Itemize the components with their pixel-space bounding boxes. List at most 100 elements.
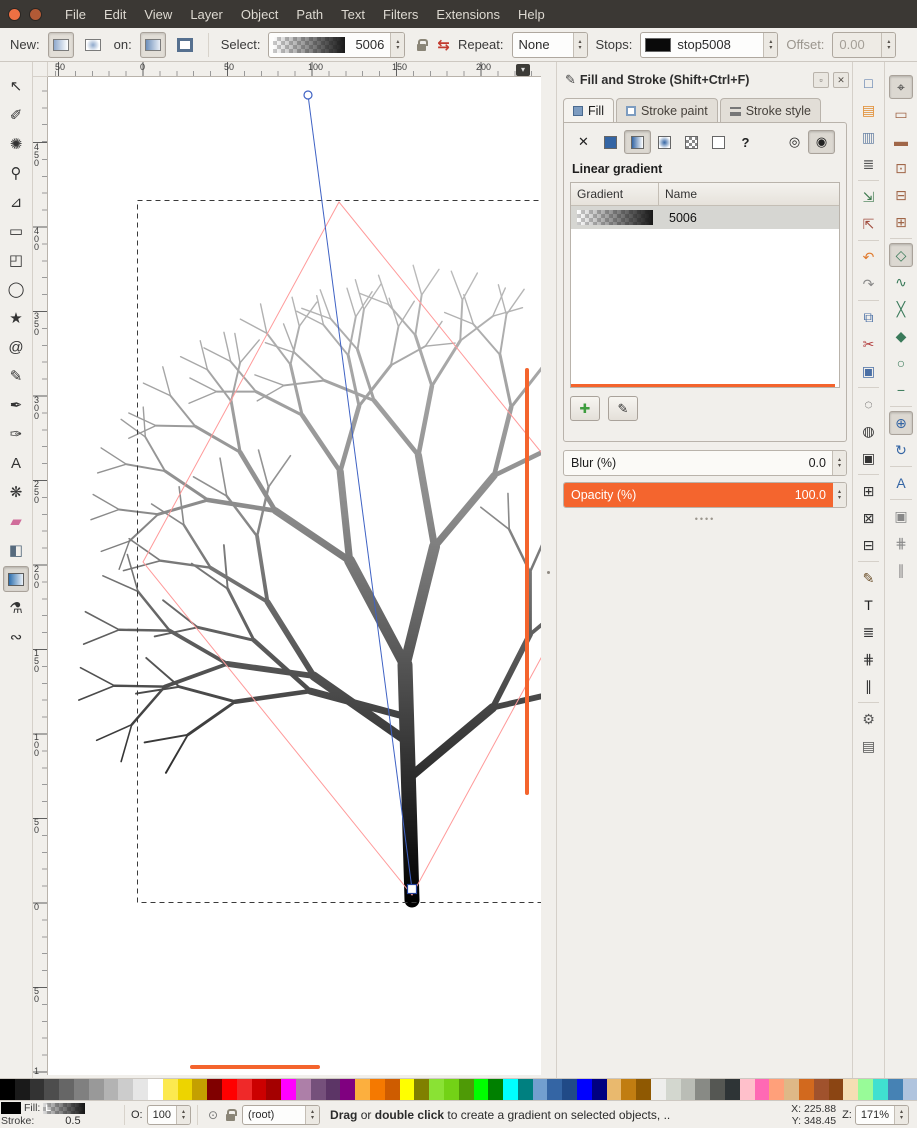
- palette-swatch[interactable]: [488, 1079, 503, 1100]
- cut-button[interactable]: ✂: [857, 332, 881, 356]
- panel-float-button[interactable]: ▫: [813, 72, 829, 88]
- blur-value[interactable]: 0.0: [809, 456, 832, 470]
- palette-swatch[interactable]: [858, 1079, 873, 1100]
- star-tool[interactable]: ★: [3, 305, 29, 331]
- stops-combo[interactable]: stop5008 ▴▾: [640, 32, 778, 58]
- snap-guides-button[interactable]: ∥: [889, 558, 913, 582]
- palette-swatch[interactable]: [192, 1079, 207, 1100]
- palette-swatch[interactable]: [547, 1079, 562, 1100]
- palette-swatch[interactable]: [888, 1079, 903, 1100]
- blur-control[interactable]: Blur (%) 0.0 ▴▾: [563, 450, 847, 476]
- palette-swatch[interactable]: [829, 1079, 844, 1100]
- snap-bbox-edges-button[interactable]: ▬: [889, 129, 913, 153]
- menu-item-object[interactable]: Object: [232, 2, 288, 27]
- snap-bbox-button[interactable]: ▭: [889, 102, 913, 126]
- menu-item-view[interactable]: View: [135, 2, 181, 27]
- gradient-on-stroke-button[interactable]: [172, 32, 198, 58]
- palette-swatch[interactable]: [710, 1079, 725, 1100]
- fill-stroke-dialog-button[interactable]: ✎: [857, 566, 881, 590]
- opacity-control[interactable]: Opacity (%) 100.0 ▴▾: [563, 482, 847, 508]
- palette-swatch[interactable]: [355, 1079, 370, 1100]
- palette-swatch[interactable]: [370, 1079, 385, 1100]
- menu-item-filters[interactable]: Filters: [374, 2, 427, 27]
- palette-swatch[interactable]: [148, 1079, 163, 1100]
- export-button[interactable]: ⇱: [857, 212, 881, 236]
- layer-lock-toggle[interactable]: [222, 1109, 238, 1121]
- palette-swatch[interactable]: [666, 1079, 681, 1100]
- panel-resize-grip[interactable]: ••••: [557, 514, 853, 524]
- palette-swatch[interactable]: [784, 1079, 799, 1100]
- zoom-drawing-button[interactable]: ◍: [857, 419, 881, 443]
- palette-swatch[interactable]: [340, 1079, 355, 1100]
- palette-swatch[interactable]: [400, 1079, 415, 1100]
- palette-swatch[interactable]: [459, 1079, 474, 1100]
- layer-combo[interactable]: (root) ▴▾: [242, 1105, 320, 1125]
- canvas[interactable]: [48, 77, 541, 1075]
- menu-item-help[interactable]: Help: [509, 2, 554, 27]
- palette-swatch[interactable]: [903, 1079, 917, 1100]
- vertical-ruler[interactable]: 45040035030025020015010050050100: [33, 77, 48, 1075]
- snap-intersections-button[interactable]: ╳: [889, 297, 913, 321]
- box3d-tool[interactable]: ◰: [3, 247, 29, 273]
- palette-swatch[interactable]: [326, 1079, 341, 1100]
- repeat-arrows[interactable]: ▴▾: [573, 33, 587, 57]
- palette-swatch[interactable]: [725, 1079, 740, 1100]
- palette-swatch[interactable]: [592, 1079, 607, 1100]
- palette-swatch[interactable]: [0, 1079, 15, 1100]
- horizontal-ruler[interactable]: 50050100150200: [48, 62, 541, 77]
- palette-swatch[interactable]: [755, 1079, 770, 1100]
- snap-page-border-button[interactable]: ▣: [889, 504, 913, 528]
- snap-enable-button[interactable]: ⌖: [889, 75, 913, 99]
- fill-stroke-indicator[interactable]: Fill: L Stroke: 0.5: [0, 1102, 118, 1127]
- zoom-spin[interactable]: 171% ▴▾: [855, 1105, 909, 1125]
- palette-swatch[interactable]: [607, 1079, 622, 1100]
- unlink-clone-button[interactable]: ⊟: [857, 533, 881, 557]
- paint-none-button[interactable]: ✕: [570, 130, 597, 154]
- palette-swatch[interactable]: [296, 1079, 311, 1100]
- new-document-button[interactable]: □: [857, 71, 881, 95]
- document-properties-button[interactable]: ▤: [857, 734, 881, 758]
- horizontal-scrollbar[interactable]: [190, 1065, 320, 1069]
- redo-button[interactable]: ↷: [857, 272, 881, 296]
- tree-object[interactable]: [79, 265, 541, 900]
- gradient-list[interactable]: Gradient Name 5006: [570, 182, 840, 388]
- snap-bbox-centers-button[interactable]: ⊞: [889, 210, 913, 234]
- snap-bbox-corners-button[interactable]: ⊡: [889, 156, 913, 180]
- palette-swatch[interactable]: [769, 1079, 784, 1100]
- clone-button[interactable]: ⊠: [857, 506, 881, 530]
- palette-swatch[interactable]: [133, 1079, 148, 1100]
- blur-arrows[interactable]: ▴▾: [832, 451, 846, 475]
- palette-swatch[interactable]: [814, 1079, 829, 1100]
- palette-swatch[interactable]: [843, 1079, 858, 1100]
- palette-swatch[interactable]: [252, 1079, 267, 1100]
- snap-grid-button[interactable]: ⋕: [889, 531, 913, 555]
- undo-button[interactable]: ↶: [857, 245, 881, 269]
- rectangle-tool[interactable]: ▭: [3, 218, 29, 244]
- opacity-value[interactable]: 100.0: [795, 488, 832, 502]
- snap-paths-button[interactable]: ∿: [889, 270, 913, 294]
- repeat-combo[interactable]: None ▴▾: [512, 32, 588, 58]
- ruler-menu-button[interactable]: ▾: [516, 64, 530, 76]
- palette-swatch[interactable]: [222, 1079, 237, 1100]
- paint-radial-gradient-button[interactable]: [651, 130, 678, 154]
- text-tool[interactable]: A: [3, 450, 29, 476]
- menu-item-extensions[interactable]: Extensions: [427, 2, 509, 27]
- gradient-start-handle[interactable]: [304, 91, 312, 99]
- menu-item-path[interactable]: Path: [287, 2, 332, 27]
- paint-flat-button[interactable]: [597, 130, 624, 154]
- palette-swatch[interactable]: [385, 1079, 400, 1100]
- column-name[interactable]: Name: [659, 183, 839, 205]
- palette-swatch[interactable]: [621, 1079, 636, 1100]
- open-document-button[interactable]: ▤: [857, 98, 881, 122]
- link-gradients-toggle[interactable]: [411, 39, 431, 51]
- palette-swatch[interactable]: [740, 1079, 755, 1100]
- pen-tool[interactable]: ✒: [3, 392, 29, 418]
- palette-swatch[interactable]: [89, 1079, 104, 1100]
- spray-tool[interactable]: ❋: [3, 479, 29, 505]
- layer-visibility-toggle[interactable]: ⊙: [208, 1108, 218, 1122]
- snap-midpoints-button[interactable]: −: [889, 378, 913, 402]
- text-dialog-button[interactable]: T: [857, 593, 881, 617]
- fill-rule-nonzero-button[interactable]: ◉: [808, 130, 835, 154]
- palette-swatch[interactable]: [311, 1079, 326, 1100]
- palette-swatch[interactable]: [163, 1079, 178, 1100]
